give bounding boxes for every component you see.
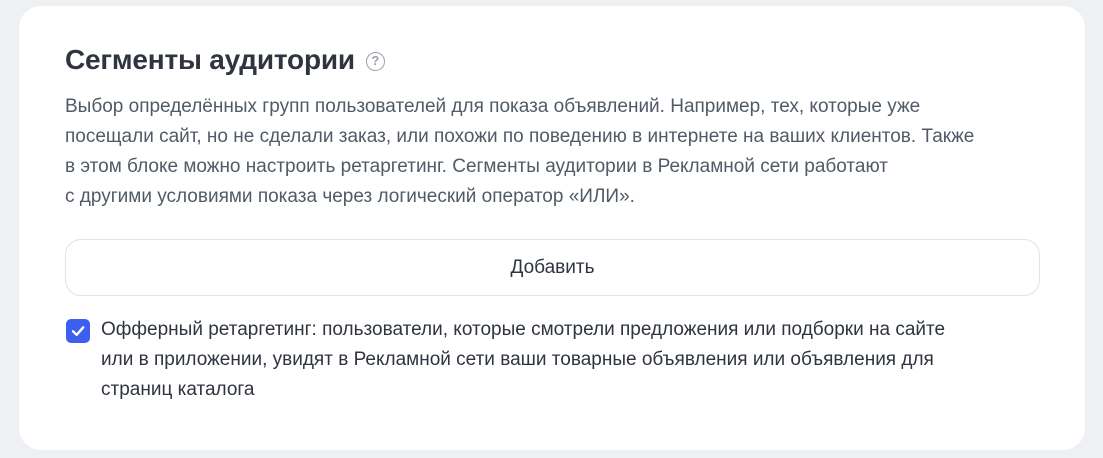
description-line: посещали сайт, но не сделали заказ, или … [65,126,975,147]
description-line: Выбор определённых групп пользователей д… [65,96,921,117]
title-row: Сегменты аудитории ? [65,44,385,76]
section-title: Сегменты аудитории [65,44,355,75]
question-circle-icon[interactable]: ? [365,52,385,71]
label-line: Офферный ретаргетинг: пользователи, кото… [101,319,946,340]
description-line: в этом блоке можно настроить ретаргетинг… [65,156,889,177]
section-description: Выбор определённых групп пользователей д… [65,92,1055,212]
offer-retargeting-label[interactable]: Офферный ретаргетинг: пользователи, кото… [101,315,1051,405]
add-segment-button[interactable]: Добавить [65,239,1040,296]
label-line: страниц каталога [101,379,255,400]
offer-retargeting-checkbox[interactable] [66,319,90,343]
label-line: или в приложении, увидят в Рекламной сет… [101,349,934,370]
audience-segments-card: Сегменты аудитории ? Выбор определённых … [19,6,1085,450]
description-line: с другими условиями показа через логичес… [65,186,635,207]
checkmark-icon [71,326,85,336]
